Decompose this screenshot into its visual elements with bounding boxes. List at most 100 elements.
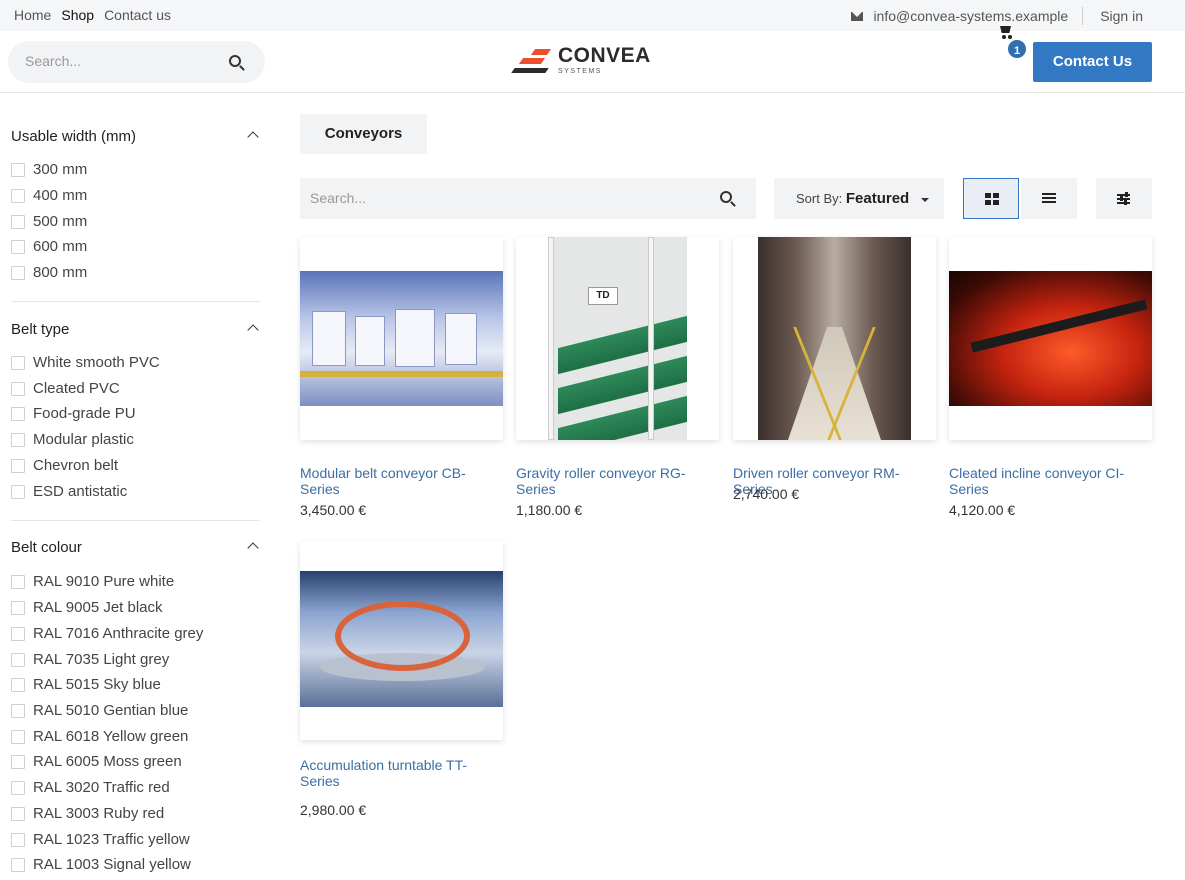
sort-value: Featured	[845, 190, 910, 207]
sort-dropdown[interactable]: Sort By: Featured	[774, 178, 944, 219]
filter-option[interactable]: Chevron belt	[11, 457, 118, 474]
chevron-up-icon[interactable]	[247, 542, 259, 554]
product-image[interactable]	[300, 541, 503, 740]
search-icon[interactable]	[720, 191, 732, 203]
option-label: White smooth PVC	[33, 354, 160, 371]
chevron-up-icon[interactable]	[247, 324, 259, 336]
logo-subtitle: SYSTEMS	[558, 68, 602, 75]
checkbox[interactable]	[11, 729, 25, 744]
contact-us-button[interactable]: Contact Us	[1033, 42, 1152, 82]
filter-option[interactable]: Cleated PVC	[11, 380, 120, 397]
checkbox[interactable]	[11, 239, 25, 254]
product-image[interactable]: TD	[516, 237, 719, 440]
option-label: Chevron belt	[33, 457, 119, 474]
filter-option[interactable]: RAL 6018 Yellow green	[11, 728, 188, 745]
filter-option[interactable]: RAL 7016 Anthracite grey	[11, 625, 203, 642]
filter-option[interactable]: RAL 1003 Signal yellow	[11, 856, 191, 873]
checkbox[interactable]	[11, 600, 25, 615]
cart-icon[interactable]	[998, 24, 1014, 40]
filter-title[interactable]: Usable width (mm)	[11, 128, 136, 145]
sort-label: Sort By:	[796, 191, 843, 206]
filter-option[interactable]: 600 mm	[11, 238, 87, 255]
checkbox[interactable]	[11, 406, 25, 421]
option-label: RAL 6018 Yellow green	[33, 728, 189, 745]
product-search-input[interactable]: Search...	[300, 178, 756, 219]
header-search-input[interactable]: Search...	[8, 41, 265, 83]
product-title-link[interactable]: Cleated incline conveyor CI-Series	[949, 465, 1152, 497]
filter-title[interactable]: Belt colour	[11, 539, 82, 556]
checkbox[interactable]	[11, 754, 25, 769]
product-price: 3,450.00 €	[300, 502, 367, 518]
product-price: 2,980.00 €	[300, 802, 367, 818]
filter-option[interactable]: 400 mm	[11, 187, 87, 204]
option-label: ESD antistatic	[33, 483, 128, 500]
email-link[interactable]: info@convea-systems.example	[873, 8, 1068, 24]
header-search-placeholder: Search...	[25, 53, 82, 69]
checkbox[interactable]	[11, 832, 25, 847]
filter-option[interactable]: RAL 1023 Traffic yellow	[11, 831, 190, 848]
filter-option[interactable]: 500 mm	[11, 213, 87, 230]
category-tab-conveyors[interactable]: Conveyors	[300, 114, 427, 154]
option-label: RAL 3003 Ruby red	[33, 805, 165, 822]
divider	[11, 520, 260, 521]
filter-option[interactable]: RAL 3003 Ruby red	[11, 805, 164, 822]
checkbox[interactable]	[11, 188, 25, 203]
search-icon[interactable]	[229, 55, 241, 67]
warehouse-aisle-image	[758, 237, 911, 440]
list-view-button[interactable]	[1021, 178, 1077, 219]
checkbox[interactable]	[11, 652, 25, 667]
filter-options-button[interactable]	[1096, 178, 1152, 219]
filter-option[interactable]: Food-grade PU	[11, 405, 136, 422]
checkbox[interactable]	[11, 806, 25, 821]
checkbox[interactable]	[11, 703, 25, 718]
logo[interactable]: CONVEA SYSTEMS	[511, 43, 651, 83]
product-image[interactable]	[733, 237, 936, 440]
option-label: 300 mm	[33, 161, 88, 178]
nav-home[interactable]: Home	[14, 7, 51, 23]
checkbox[interactable]	[11, 265, 25, 280]
filter-option[interactable]: 800 mm	[11, 264, 87, 281]
checkbox[interactable]	[11, 432, 25, 447]
filter-title[interactable]: Belt type	[11, 321, 69, 338]
product-image[interactable]	[300, 237, 503, 440]
sign-in-link[interactable]: Sign in	[1100, 8, 1143, 24]
product-title-link[interactable]: Accumulation turntable TT-Series	[300, 757, 503, 789]
top-nav: Home Shop Contact us	[14, 7, 171, 23]
checkbox[interactable]	[11, 677, 25, 692]
option-label: RAL 5015 Sky blue	[33, 676, 161, 693]
filter-option[interactable]: RAL 7035 Light grey	[11, 651, 169, 668]
filter-option[interactable]: RAL 6005 Moss green	[11, 753, 182, 770]
checkbox[interactable]	[11, 857, 25, 872]
filter-option[interactable]: RAL 5015 Sky blue	[11, 676, 161, 693]
logo-name: CONVEA	[558, 44, 651, 67]
checkbox[interactable]	[11, 381, 25, 396]
checkbox[interactable]	[11, 214, 25, 229]
filter-option[interactable]: White smooth PVC	[11, 354, 160, 371]
option-label: 400 mm	[33, 187, 88, 204]
checkbox[interactable]	[11, 780, 25, 795]
divider	[11, 301, 260, 302]
filter-option[interactable]: RAL 3020 Traffic red	[11, 779, 170, 796]
filter-option[interactable]: RAL 5010 Gentian blue	[11, 702, 188, 719]
option-label: 600 mm	[33, 238, 88, 255]
checkbox[interactable]	[11, 355, 25, 370]
filter-option[interactable]: Modular plastic	[11, 431, 134, 448]
filter-option[interactable]: RAL 9005 Jet black	[11, 599, 163, 616]
product-title-link[interactable]: Gravity roller conveyor RG-Series	[516, 465, 719, 497]
product-image[interactable]	[949, 237, 1152, 440]
checkbox[interactable]	[11, 484, 25, 499]
grid-view-button[interactable]	[963, 178, 1019, 219]
checkbox[interactable]	[11, 162, 25, 177]
filter-option[interactable]: RAL 9010 Pure white	[11, 573, 174, 590]
option-label: RAL 7035 Light grey	[33, 651, 170, 668]
checkbox[interactable]	[11, 458, 25, 473]
checkbox[interactable]	[11, 574, 25, 589]
nav-contact[interactable]: Contact us	[104, 7, 171, 23]
filter-option[interactable]: ESD antistatic	[11, 483, 127, 500]
filter-option[interactable]: 300 mm	[11, 161, 87, 178]
product-title-link[interactable]: Modular belt conveyor CB-Series	[300, 465, 503, 497]
checkbox[interactable]	[11, 626, 25, 641]
chevron-up-icon[interactable]	[247, 131, 259, 143]
nav-shop[interactable]: Shop	[61, 7, 94, 23]
product-price: 1,180.00 €	[516, 502, 583, 518]
